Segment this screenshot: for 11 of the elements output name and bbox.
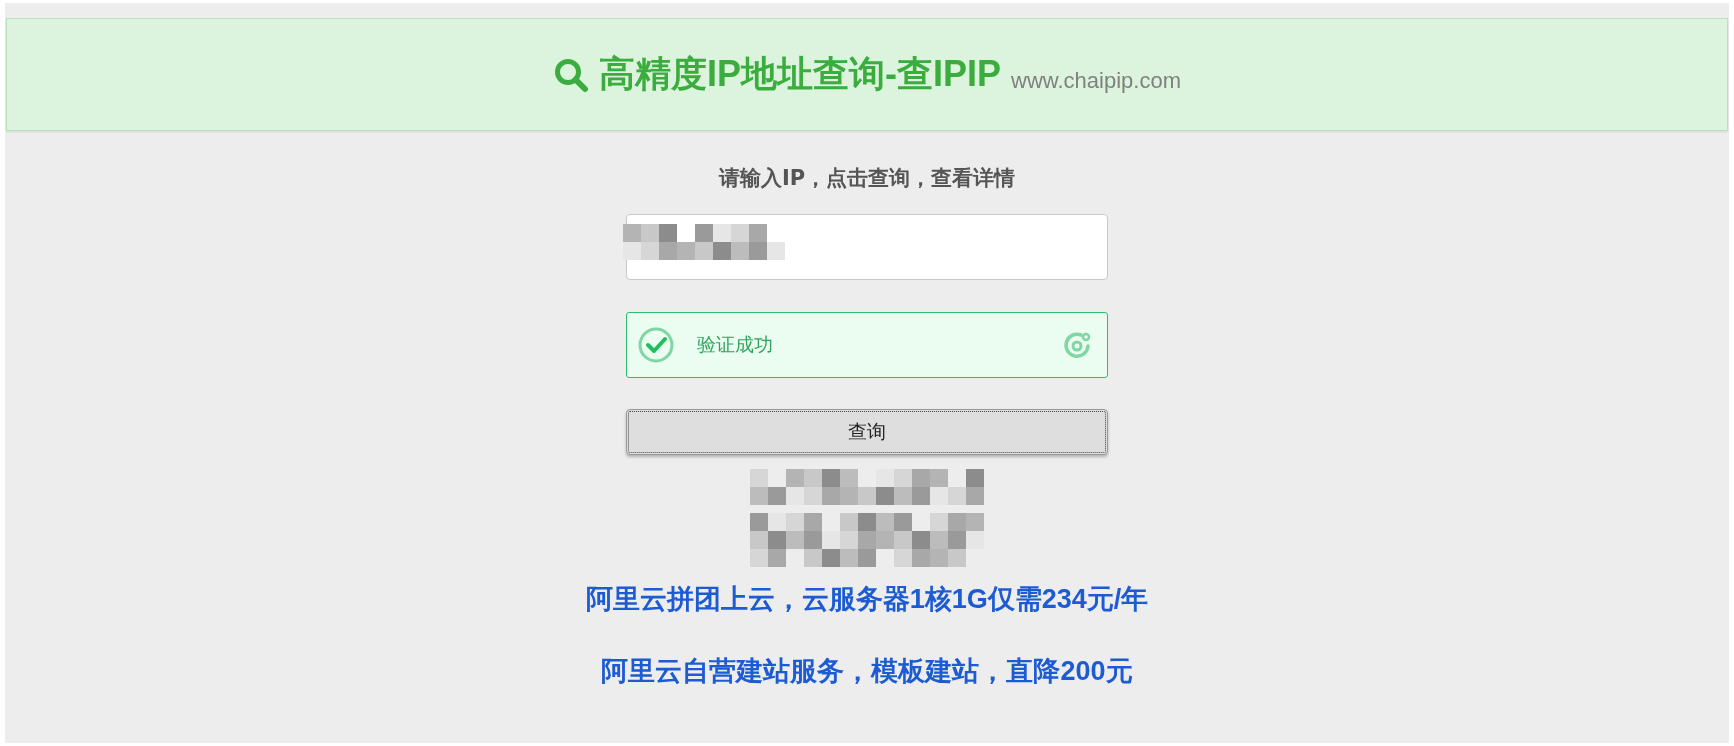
- query-button[interactable]: 查询: [626, 409, 1108, 455]
- captcha-status-text: 验证成功: [697, 332, 774, 357]
- ad-link[interactable]: 阿里云自营建站服务，模板建站，直降200元: [601, 653, 1133, 689]
- check-circle-icon: [637, 326, 675, 364]
- captcha-panel[interactable]: 验证成功: [626, 312, 1108, 378]
- instruction-text: 请输入IP，点击查询，查看详情: [718, 165, 1016, 192]
- site-title: 高精度IP地址查询-查IPIP: [599, 52, 1002, 96]
- ip-input-field[interactable]: [626, 214, 1108, 280]
- search-icon: [553, 56, 589, 93]
- site-domain: www.chaipip.com: [1011, 67, 1181, 94]
- ad-link[interactable]: 阿里云拼团上云，云服务器1核1G仅需234元/年: [585, 581, 1149, 617]
